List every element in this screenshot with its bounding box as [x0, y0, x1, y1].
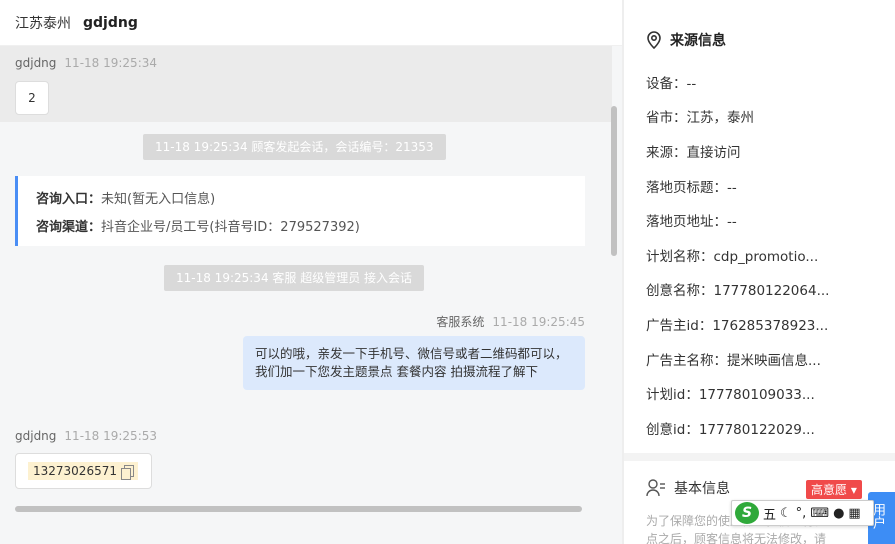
- vertical-scrollbar[interactable]: [611, 106, 617, 256]
- channel-label: 咨询渠道：: [36, 220, 102, 235]
- toolbox-icon[interactable]: ▦: [848, 506, 860, 521]
- message-meta: gdjdng 11-18 19:25:34: [15, 56, 157, 70]
- ime-toolbar[interactable]: S 五 ☾ °, ⌨ ● ▦: [731, 500, 874, 526]
- field-source: 来源：直接访问: [646, 145, 741, 161]
- field-creative-id: 创意id：177780122029...: [646, 422, 815, 438]
- message-time: 11-18 19:25:34: [64, 56, 157, 70]
- caret-down-icon: ▾: [850, 483, 857, 497]
- field-advertiser-name: 广告主名称：提米映画信息...: [646, 353, 821, 369]
- keyboard-icon[interactable]: ⌨: [810, 506, 829, 521]
- sogou-logo-icon[interactable]: S: [735, 502, 759, 524]
- field-plan-id: 计划id：177780109033...: [646, 387, 815, 403]
- user-icon[interactable]: ●: [833, 506, 844, 521]
- message-bubble[interactable]: 2: [15, 81, 49, 115]
- chat-area[interactable]: gdjdng 11-18 19:25:34 2 11-18 19:25:34 顾客…: [0, 46, 622, 544]
- field-advertiser-id: 广告主id：176285378923...: [646, 318, 829, 334]
- message-time: 11-18 19:25:45: [492, 315, 585, 329]
- copy-icon[interactable]: [120, 464, 134, 480]
- location-pin-icon: [647, 31, 661, 49]
- field-landing-url: 落地页地址：--: [646, 214, 737, 230]
- consult-info-card: 咨询入口：未知(暂无入口信息) 咨询渠道：抖音企业号/员工号(抖音号ID：279…: [15, 176, 585, 246]
- phone-number-text: 13273026571: [33, 464, 117, 478]
- system-message: 11-18 19:25:34 顾客发起会话，会话编号：21353: [143, 134, 446, 160]
- message-sender: gdjdng: [15, 429, 57, 443]
- horizontal-scrollbar[interactable]: [15, 506, 582, 512]
- field-plan-name: 计划名称：cdp_promotio...: [646, 249, 819, 265]
- punctuation-icon[interactable]: °,: [796, 506, 807, 521]
- basic-info-heading: 基本信息: [674, 481, 730, 497]
- basic-info-title: 基本信息: [646, 478, 730, 498]
- source-info-title: 来源信息: [646, 30, 726, 50]
- visitor-info-panel: 来源信息 设备：-- 省市：江苏，泰州 来源：直接访问 落地页标题：-- 落地页…: [624, 0, 895, 544]
- message-meta: 客服系统 11-18 19:25:45: [436, 313, 585, 330]
- message-bubble[interactable]: 13273026571: [15, 453, 152, 489]
- moon-icon[interactable]: ☾: [780, 506, 792, 521]
- field-creative-name: 创意名称：177780122064...: [646, 283, 830, 299]
- entry-value: 未知(暂无入口信息): [101, 192, 216, 207]
- message-sender: gdjdng: [15, 56, 57, 70]
- visitor-name: gdjdng: [83, 14, 138, 31]
- agent-message-bubble[interactable]: 可以的哦，亲发一下手机号、微信号或者二维码都可以，我们加一下您发主题景点 套餐内…: [243, 336, 585, 390]
- entry-label: 咨询入口：: [36, 192, 102, 207]
- intent-badge[interactable]: 高意愿 ▾: [806, 480, 862, 499]
- intent-badge-label: 高意愿: [811, 483, 848, 497]
- system-message: 11-18 19:25:34 客服 超级管理员 接入会话: [164, 265, 425, 291]
- message-time: 11-18 19:25:53: [64, 429, 157, 443]
- source-info-heading: 来源信息: [670, 33, 726, 49]
- message-meta: gdjdng 11-18 19:25:53: [15, 429, 157, 443]
- section-separator: [624, 453, 895, 461]
- message-sender: 客服系统: [436, 315, 485, 329]
- field-landing-title: 落地页标题：--: [646, 180, 737, 196]
- user-icon: [646, 479, 665, 497]
- visitor-location: 江苏泰州: [15, 15, 71, 32]
- phone-number[interactable]: 13273026571: [28, 462, 138, 480]
- channel-value: 抖音企业号/员工号(抖音号ID：279527392): [101, 220, 360, 235]
- ime-mode[interactable]: 五: [763, 504, 776, 523]
- field-province-city: 省市：江苏，泰州: [646, 110, 754, 126]
- chat-header: 江苏泰州 gdjdng: [0, 0, 622, 46]
- field-device: 设备：--: [646, 76, 697, 92]
